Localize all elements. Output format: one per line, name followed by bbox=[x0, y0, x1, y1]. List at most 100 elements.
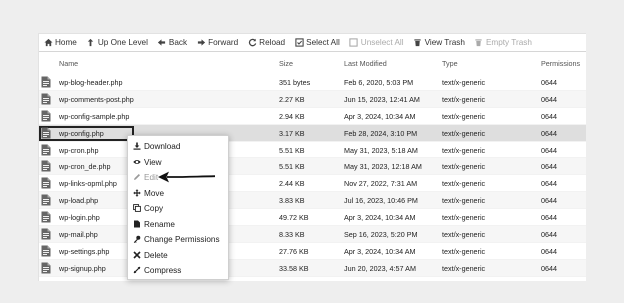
context-menu: Download View Edit Move Copy Rename Chan… bbox=[127, 135, 229, 280]
annotation-arrow-icon bbox=[158, 171, 216, 183]
file-name: wp-config-sample.php bbox=[59, 111, 130, 121]
select-all-button[interactable]: Select All bbox=[294, 34, 340, 52]
file-permissions: 0644 bbox=[541, 179, 557, 189]
copy-icon bbox=[133, 204, 142, 213]
trash-icon bbox=[413, 38, 423, 48]
file-name: wp-settings.php bbox=[59, 246, 110, 256]
back-button[interactable]: Back bbox=[157, 34, 187, 52]
file-type: text/x-generic bbox=[442, 179, 486, 189]
file-modified: Jun 15, 2023, 12:41 AM bbox=[344, 94, 420, 104]
file-permissions: 0644 bbox=[541, 78, 557, 87]
file-size: 3.17 KB bbox=[279, 128, 305, 138]
column-permissions[interactable]: Permissions bbox=[541, 59, 580, 68]
menu-item-rename[interactable]: Rename bbox=[133, 220, 175, 229]
column-name[interactable]: Name bbox=[59, 59, 78, 68]
column-header: Name Size Last Modified Type Permissions bbox=[39, 54, 586, 72]
toolbar: Home Up One Level Back Forward Reload Se… bbox=[39, 34, 586, 52]
menu-item-change-permissions[interactable]: Change Permissions bbox=[133, 235, 220, 244]
file-modified: Feb 28, 2024, 3:10 PM bbox=[344, 128, 418, 138]
column-last-modified[interactable]: Last Modified bbox=[344, 59, 387, 68]
file-icon bbox=[41, 211, 51, 223]
table-row[interactable]: wp-links-opml.php 2.44 KB Nov 27, 2022, … bbox=[39, 175, 586, 193]
file-modified: Sep 16, 2023, 5:20 PM bbox=[344, 230, 418, 240]
table-row[interactable]: wp-settings.php 27.76 KB Apr 3, 2024, 10… bbox=[39, 243, 586, 260]
file-permissions: 0644 bbox=[541, 196, 557, 206]
file-icon bbox=[41, 177, 51, 189]
menu-item-move[interactable]: Move bbox=[133, 189, 164, 198]
menu-item-view[interactable]: View bbox=[133, 158, 162, 167]
table-row[interactable]: wp-comments-post.php 2.27 KB Jun 15, 202… bbox=[39, 90, 586, 108]
file-type: text/x-generic bbox=[442, 111, 486, 121]
menu-item-download[interactable]: Download bbox=[133, 142, 180, 151]
file-type: text/x-generic bbox=[442, 263, 486, 273]
file-name: wp-config.php bbox=[59, 128, 104, 138]
file-name: wp-cron.php bbox=[59, 145, 99, 155]
menu-item-copy[interactable]: Copy bbox=[133, 204, 163, 213]
file-type: text/x-generic bbox=[442, 246, 486, 256]
forward-button[interactable]: Forward bbox=[196, 34, 238, 52]
home-icon bbox=[43, 38, 53, 48]
file-modified: Jul 16, 2023, 10:46 PM bbox=[344, 196, 418, 206]
file-icon bbox=[41, 194, 51, 206]
menu-item-compress[interactable]: Compress bbox=[133, 266, 181, 275]
unselect-all-button[interactable]: Unselect All bbox=[349, 34, 404, 52]
table-row[interactable]: wp-mail.php 8.33 KB Sep 16, 2023, 5:20 P… bbox=[39, 226, 586, 243]
file-icon bbox=[41, 245, 51, 257]
file-type: text/x-generic bbox=[442, 94, 486, 104]
file-type: text/x-generic bbox=[442, 128, 486, 138]
column-type[interactable]: Type bbox=[442, 59, 458, 68]
trash-empty-icon bbox=[474, 38, 484, 48]
file-type: text/x-generic bbox=[442, 145, 486, 155]
table-row[interactable]: wp-blog-header.php 351 bytes Feb 6, 2020… bbox=[39, 74, 586, 91]
up-one-level-button[interactable]: Up One Level bbox=[86, 34, 148, 52]
empty-trash-button[interactable]: Empty Trash bbox=[474, 34, 532, 52]
download-icon bbox=[133, 142, 142, 151]
file-name: wp-signup.php bbox=[59, 263, 106, 273]
file-size: 3.83 KB bbox=[279, 196, 305, 206]
x-icon bbox=[133, 250, 142, 260]
level-up-icon bbox=[86, 38, 96, 48]
file-name: wp-blog-header.php bbox=[59, 78, 123, 87]
reload-button[interactable]: Reload bbox=[247, 34, 285, 52]
file-rename-icon bbox=[133, 220, 142, 229]
menu-item-delete[interactable]: Delete bbox=[133, 251, 168, 260]
file-size: 49.72 KB bbox=[279, 213, 309, 223]
table-row[interactable]: wp-login.php 49.72 KB Apr 3, 2024, 10:34… bbox=[39, 209, 586, 227]
menu-item-edit[interactable]: Edit bbox=[133, 173, 158, 182]
table-row[interactable]: wp-config-sample.php 2.94 KB Apr 3, 2024… bbox=[39, 108, 586, 125]
home-button[interactable]: Home bbox=[43, 34, 77, 52]
arrow-left-icon bbox=[157, 38, 167, 48]
file-type: text/x-generic bbox=[442, 78, 486, 87]
file-size: 2.94 KB bbox=[279, 111, 305, 121]
file-permissions: 0644 bbox=[541, 111, 557, 121]
check-square-icon bbox=[294, 38, 304, 48]
column-size[interactable]: Size bbox=[279, 59, 293, 68]
file-modified: Apr 3, 2024, 10:34 AM bbox=[344, 246, 416, 256]
file-icon bbox=[41, 144, 51, 156]
file-size: 33.58 KB bbox=[279, 263, 309, 273]
file-icon bbox=[41, 76, 51, 88]
table-row[interactable]: wp-signup.php 33.58 KB Jun 20, 2023, 4:5… bbox=[39, 259, 586, 277]
reload-icon bbox=[247, 38, 257, 48]
file-size: 8.33 KB bbox=[279, 230, 305, 240]
file-permissions: 0644 bbox=[541, 145, 557, 155]
view-trash-button[interactable]: View Trash bbox=[413, 34, 465, 52]
file-modified: Jun 20, 2023, 4:57 AM bbox=[344, 263, 416, 273]
table-row[interactable]: wp-cron_de.php 5.51 KB May 31, 2023, 12:… bbox=[39, 158, 586, 176]
file-modified: May 31, 2023, 12:18 AM bbox=[344, 162, 422, 172]
file-size: 27.76 KB bbox=[279, 246, 309, 256]
file-permissions: 0644 bbox=[541, 230, 557, 240]
table-row[interactable]: wp-cron.php 5.51 KB May 31, 2023, 5:18 A… bbox=[39, 142, 586, 159]
file-size: 2.27 KB bbox=[279, 94, 305, 104]
file-name: wp-mail.php bbox=[59, 230, 98, 240]
file-name: wp-links-opml.php bbox=[59, 179, 117, 189]
file-type: text/x-generic bbox=[442, 213, 486, 223]
table-row-selected[interactable]: wp-config.php 3.17 KB Feb 28, 2024, 3:10… bbox=[39, 124, 586, 142]
file-icon bbox=[41, 160, 51, 172]
file-size: 5.51 KB bbox=[279, 162, 305, 172]
file-modified: Apr 3, 2024, 10:34 AM bbox=[344, 213, 416, 223]
table-row[interactable]: wp-load.php 3.83 KB Jul 16, 2023, 10:46 … bbox=[39, 192, 586, 210]
file-permissions: 0644 bbox=[541, 263, 557, 273]
file-size: 351 bytes bbox=[279, 78, 311, 87]
file-permissions: 0644 bbox=[541, 162, 557, 172]
